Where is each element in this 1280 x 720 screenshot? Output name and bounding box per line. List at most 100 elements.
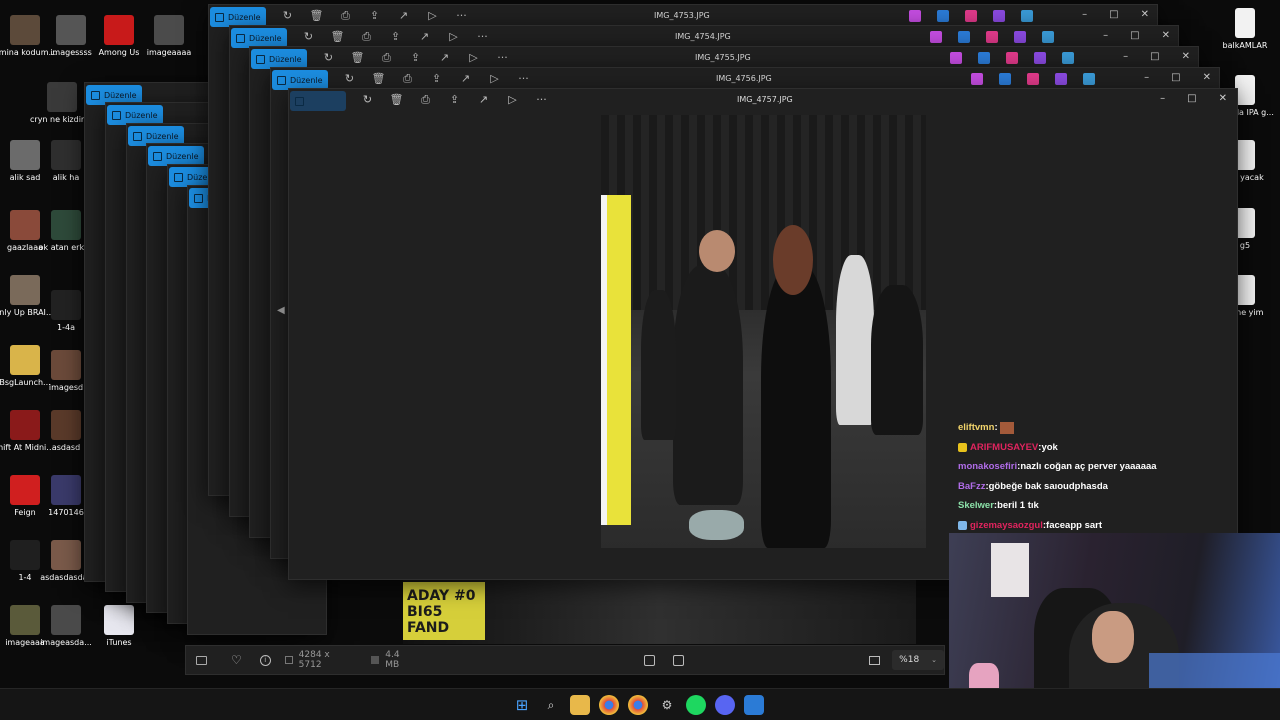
desktop-icon[interactable]: iTunes [87, 605, 151, 647]
close-button[interactable]: ✕ [1182, 51, 1190, 62]
crop-icon[interactable] [644, 654, 656, 666]
discord-icon[interactable] [715, 695, 735, 715]
maximize-button[interactable]: □ [1130, 30, 1139, 41]
maximize-button[interactable]: □ [1187, 93, 1196, 104]
share-icon[interactable]: ⇪ [448, 93, 461, 106]
print-icon[interactable]: ⎙ [401, 72, 414, 85]
file-icon [1235, 275, 1255, 305]
share-alt-icon[interactable]: ↗ [418, 30, 431, 43]
chrome-icon[interactable] [599, 695, 619, 715]
maximize-button[interactable]: □ [1171, 72, 1180, 83]
edit-button[interactable] [290, 91, 346, 111]
chrome-icon-2[interactable] [628, 695, 648, 715]
app-shortcut-icon[interactable] [965, 10, 977, 22]
app-shortcut-icon[interactable] [1055, 73, 1067, 85]
share-alt-icon[interactable]: ↗ [459, 72, 472, 85]
share-icon[interactable]: ⇪ [430, 72, 443, 85]
print-icon[interactable]: ⎙ [380, 51, 393, 64]
app-shortcut-icon[interactable] [993, 10, 1005, 22]
enhance-icon[interactable] [673, 654, 685, 666]
share-icon[interactable]: ⇪ [389, 30, 402, 43]
close-button[interactable]: ✕ [1162, 30, 1170, 41]
slideshow-icon[interactable]: ▷ [447, 30, 460, 43]
share-alt-icon[interactable]: ↗ [438, 51, 451, 64]
file-explorer-icon[interactable] [570, 695, 590, 715]
close-button[interactable]: ✕ [1203, 72, 1211, 83]
app-shortcut-icon[interactable] [978, 52, 990, 64]
app-shortcut-icon[interactable] [1021, 10, 1033, 22]
app-shortcut-icon[interactable] [1027, 73, 1039, 85]
minimize-button[interactable]: – [1082, 9, 1087, 20]
minimize-button[interactable]: – [1123, 51, 1128, 62]
fit-icon[interactable] [869, 655, 881, 665]
photos-icon[interactable] [744, 695, 764, 715]
zoom-select[interactable]: %18 ⌄ [892, 650, 945, 670]
edit-button[interactable]: Düzenle [231, 28, 287, 48]
filmstrip-icon[interactable] [196, 655, 207, 665]
app-shortcut-icon[interactable] [937, 10, 949, 22]
app-shortcut-icon[interactable] [999, 73, 1011, 85]
app-shortcut-icon[interactable] [986, 31, 998, 43]
spotify-icon[interactable] [686, 695, 706, 715]
edit-button[interactable]: Düzenle [107, 105, 163, 125]
delete-icon[interactable]: 🗑 [372, 72, 386, 85]
more-icon[interactable]: ··· [535, 93, 548, 106]
more-icon[interactable]: ··· [455, 9, 468, 22]
delete-icon[interactable]: 🗑 [351, 51, 365, 64]
minimize-button[interactable]: – [1144, 72, 1149, 83]
chat-text: nazlı coğan aç perver yaaaaaa [1020, 461, 1157, 472]
slideshow-icon[interactable]: ▷ [506, 93, 519, 106]
filesize-text: 4.4 MB [385, 650, 400, 670]
app-shortcut-icon[interactable] [1006, 52, 1018, 64]
print-icon[interactable]: ⎙ [419, 93, 432, 106]
app-shortcut-icon[interactable] [909, 10, 921, 22]
app-shortcut-icon[interactable] [1062, 52, 1074, 64]
share-icon[interactable]: ⇪ [409, 51, 422, 64]
share-alt-icon[interactable]: ↗ [397, 9, 410, 22]
app-shortcut-icon[interactable] [930, 31, 942, 43]
info-icon[interactable]: i [259, 654, 271, 666]
app-shortcut-icon[interactable] [1042, 31, 1054, 43]
desktop-icon[interactable]: imageaaaa [137, 15, 201, 57]
print-icon[interactable]: ⎙ [360, 30, 373, 43]
rotate-icon[interactable]: ↻ [361, 93, 374, 106]
delete-icon[interactable]: 🗑 [331, 30, 345, 43]
rotate-icon[interactable]: ↻ [343, 72, 356, 85]
desktop-icon[interactable]: balkAMLAR [1213, 8, 1277, 50]
delete-icon[interactable]: 🗑 [390, 93, 404, 106]
rotate-icon[interactable]: ↻ [302, 30, 315, 43]
share-icon[interactable]: ⇪ [368, 9, 381, 22]
edit-button[interactable]: Düzenle [148, 146, 204, 166]
close-button[interactable]: ✕ [1219, 93, 1227, 104]
previous-image-icon[interactable]: ◀ [277, 305, 285, 316]
app-shortcut-icon[interactable] [971, 73, 983, 85]
favorite-icon[interactable]: ♡ [231, 653, 242, 667]
app-shortcut-icon[interactable] [1083, 73, 1095, 85]
rotate-icon[interactable]: ↻ [322, 51, 335, 64]
app-shortcut-icon[interactable] [950, 52, 962, 64]
more-icon[interactable]: ··· [517, 72, 530, 85]
edit-button[interactable]: Düzenle [272, 70, 328, 90]
settings-icon[interactable]: ⚙ [657, 695, 677, 715]
rotate-icon[interactable]: ↻ [281, 9, 294, 22]
maximize-button[interactable]: □ [1109, 9, 1118, 20]
delete-icon[interactable]: 🗑 [310, 9, 324, 22]
start-icon[interactable]: ⊞ [512, 695, 532, 715]
maximize-button[interactable]: □ [1150, 51, 1159, 62]
slideshow-icon[interactable]: ▷ [488, 72, 501, 85]
search-icon[interactable]: ⌕ [541, 695, 561, 715]
share-alt-icon[interactable]: ↗ [477, 93, 490, 106]
more-icon[interactable]: ··· [476, 30, 489, 43]
print-icon[interactable]: ⎙ [339, 9, 352, 22]
app-shortcut-icon[interactable] [1034, 52, 1046, 64]
app-shortcut-icon[interactable] [1014, 31, 1026, 43]
minimize-button[interactable]: – [1160, 93, 1165, 104]
minimize-button[interactable]: – [1103, 30, 1108, 41]
slideshow-icon[interactable]: ▷ [426, 9, 439, 22]
edit-button[interactable]: Düzenle [210, 7, 266, 27]
app-shortcut-icon[interactable] [958, 31, 970, 43]
more-icon[interactable]: ··· [496, 51, 509, 64]
slideshow-icon[interactable]: ▷ [467, 51, 480, 64]
close-button[interactable]: ✕ [1141, 9, 1149, 20]
edit-button[interactable]: Düzenle [251, 49, 307, 69]
